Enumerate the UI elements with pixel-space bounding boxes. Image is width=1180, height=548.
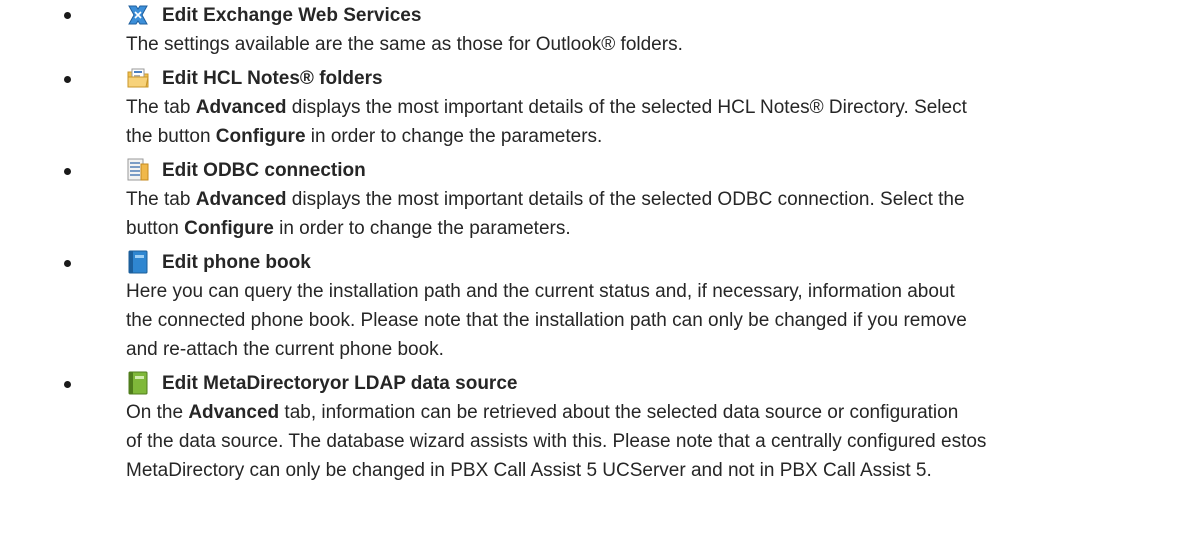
description-text: the connected phone book. Please note th… [126, 310, 967, 331]
item-title-row: Edit HCL Notes® folders [126, 64, 1160, 93]
description-line: the button Configure in order to change … [126, 122, 1160, 151]
description-text: displays the most important details of t… [286, 97, 967, 118]
item-title: Edit Exchange Web Services [162, 5, 422, 26]
list-item-hcl-notes-folders: Edit HCL Notes® folders The tab Advanced… [0, 64, 1180, 151]
description-text: in order to change the parameters. [305, 126, 603, 147]
description-text: the button [126, 126, 216, 147]
item-title: Edit MetaDirectoryor LDAP data source [162, 373, 518, 394]
item-title-row: Edit ODBC connection [126, 156, 1160, 185]
bullet [64, 168, 71, 175]
description-text: tab, information can be retrieved about … [279, 402, 959, 423]
description-text: The tab [126, 97, 196, 118]
description-text: MetaDirectory can only be changed in PBX… [126, 460, 932, 481]
description-line: MetaDirectory can only be changed in PBX… [126, 456, 1160, 485]
list-item-metadirectory-ldap: Edit MetaDirectoryor LDAP data source On… [0, 369, 1180, 485]
ui-term-advanced: Advanced [195, 189, 287, 210]
description-line: The tab Advanced displays the most impor… [126, 185, 1160, 214]
item-title-row: Edit Exchange Web Services [126, 1, 1160, 30]
ui-term-advanced: Advanced [195, 97, 287, 118]
ui-term-configure: Configure [215, 126, 306, 147]
bullet [64, 381, 71, 388]
item-title: Edit phone book [162, 252, 311, 273]
bullet [64, 76, 71, 83]
item-title: Edit HCL Notes® folders [162, 68, 383, 89]
hcl-notes-folder-icon [126, 66, 150, 90]
ui-term-configure: Configure [184, 218, 274, 239]
description-line: The settings available are the same as t… [126, 30, 1160, 59]
metadirectory-ldap-icon [126, 371, 150, 395]
description-text: The tab [126, 189, 196, 210]
description-line: The tab Advanced displays the most impor… [126, 93, 1160, 122]
exchange-web-services-icon [126, 3, 150, 27]
item-description: The tab Advanced displays the most impor… [126, 185, 1160, 243]
item-description: On the Advanced tab, information can be … [126, 398, 1160, 485]
item-title-row: Edit phone book [126, 248, 1160, 277]
description-text: of the data source. The database wizard … [126, 431, 987, 452]
description-text: The settings available are the same as t… [126, 34, 683, 55]
odbc-connection-icon [126, 158, 150, 182]
description-text: On the [126, 402, 189, 423]
list-item-phone-book: Edit phone book Here you can query the i… [0, 248, 1180, 364]
description-text: Here you can query the installation path… [126, 281, 955, 302]
list-item-odbc-connection: Edit ODBC connection The tab Advanced di… [0, 156, 1180, 243]
description-text: button [126, 218, 185, 239]
description-line: of the data source. The database wizard … [126, 427, 1160, 456]
description-text: and re-attach the current phone book. [126, 339, 444, 360]
description-line: button Configure in order to change the … [126, 214, 1160, 243]
list-item-exchange-web-services: Edit Exchange Web Services The settings … [0, 0, 1180, 59]
description-line: Here you can query the installation path… [126, 277, 1160, 306]
item-title-row: Edit MetaDirectoryor LDAP data source [126, 369, 1160, 398]
item-description: The tab Advanced displays the most impor… [126, 93, 1160, 151]
ui-term-advanced: Advanced [188, 402, 280, 423]
item-title: Edit ODBC connection [162, 160, 366, 181]
data-source-edit-list: Edit Exchange Web Services The settings … [0, 0, 1180, 485]
phone-book-icon [126, 250, 150, 274]
item-description: Here you can query the installation path… [126, 277, 1160, 364]
description-line: and re-attach the current phone book. [126, 335, 1160, 364]
bullet [64, 260, 71, 267]
description-text: displays the most important details of t… [286, 189, 965, 210]
bullet [64, 12, 71, 19]
description-line: On the Advanced tab, information can be … [126, 398, 1160, 427]
item-description: The settings available are the same as t… [126, 30, 1160, 59]
description-line: the connected phone book. Please note th… [126, 306, 1160, 335]
description-text: in order to change the parameters. [273, 218, 571, 239]
